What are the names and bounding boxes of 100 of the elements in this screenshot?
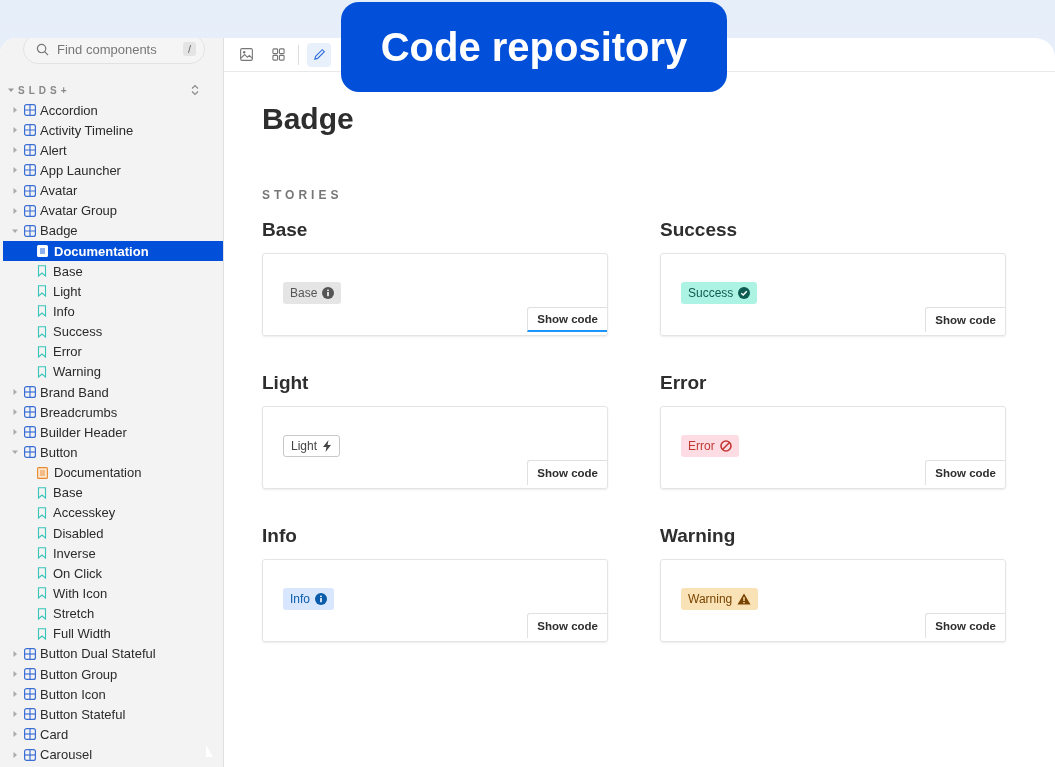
info-icon bbox=[315, 593, 327, 605]
search-icon bbox=[36, 42, 49, 56]
tree-item[interactable]: Carousel bbox=[40, 747, 93, 763]
story-title: Success bbox=[660, 219, 739, 241]
component-icon bbox=[24, 728, 36, 741]
tree-item[interactable]: App Launcher bbox=[40, 163, 121, 178]
overlay-label: Code repository bbox=[341, 2, 727, 92]
caret-icon[interactable] bbox=[12, 227, 18, 234]
caret-icon[interactable] bbox=[12, 429, 18, 436]
selected-tree-item[interactable]: Documentation bbox=[3, 241, 223, 262]
component-icon bbox=[24, 668, 36, 680]
caret-icon[interactable] bbox=[12, 691, 18, 698]
caret-icon[interactable] bbox=[12, 207, 18, 214]
tree-item[interactable]: Button bbox=[40, 444, 78, 460]
bookmark-icon bbox=[37, 607, 47, 620]
tree-item[interactable]: Base bbox=[53, 485, 83, 501]
caret-icon[interactable] bbox=[12, 751, 18, 758]
bookmark-icon bbox=[37, 345, 47, 358]
story-title: Base bbox=[262, 219, 309, 241]
badge: Light bbox=[283, 435, 341, 457]
caret-icon[interactable] bbox=[12, 449, 18, 456]
tree-item[interactable]: Activity Timeline bbox=[40, 122, 134, 138]
tree-item[interactable]: Disabled bbox=[53, 525, 104, 541]
tree-item[interactable]: Button Group bbox=[40, 666, 118, 682]
lightning-icon bbox=[322, 440, 333, 452]
bookmark-icon bbox=[37, 486, 47, 499]
show-code-button[interactable]: Show code bbox=[925, 307, 1005, 332]
show-code-button[interactable]: Show code bbox=[527, 613, 607, 638]
caret-icon[interactable] bbox=[12, 187, 18, 194]
caret-icon[interactable] bbox=[12, 731, 18, 738]
bookmark-icon bbox=[37, 506, 47, 519]
tree-item[interactable]: Brand Band bbox=[40, 384, 109, 400]
caret-icon[interactable] bbox=[12, 389, 18, 396]
bookmark-icon bbox=[37, 547, 47, 560]
check-icon bbox=[738, 287, 751, 299]
tree-item[interactable]: Inverse bbox=[53, 545, 96, 561]
tree-item[interactable]: Button Icon bbox=[40, 686, 106, 702]
tree-item[interactable]: Builder Header bbox=[40, 424, 127, 440]
show-code-button[interactable]: Show code bbox=[925, 460, 1005, 485]
bookmark-icon bbox=[37, 527, 47, 539]
caret-icon[interactable] bbox=[12, 711, 18, 718]
tree-item[interactable]: Warning bbox=[53, 364, 101, 380]
tree-item[interactable]: Alert bbox=[40, 142, 67, 158]
tree-root-label: SLDS+ bbox=[18, 84, 72, 96]
tree-item[interactable]: Card bbox=[40, 726, 69, 742]
story-title: Warning bbox=[660, 525, 737, 547]
tree-item[interactable]: Stretch bbox=[53, 606, 95, 622]
bookmark-icon bbox=[37, 587, 47, 600]
caret-icon[interactable] bbox=[12, 147, 18, 154]
tree-item[interactable]: Avatar bbox=[40, 183, 78, 199]
tree-item[interactable]: Success bbox=[53, 324, 103, 340]
caret-icon[interactable] bbox=[12, 650, 18, 657]
tree-item[interactable]: Button Stateful bbox=[40, 706, 126, 722]
show-code-button[interactable]: Show code bbox=[527, 460, 607, 485]
shortcut-key: / bbox=[182, 42, 196, 56]
bookmark-icon bbox=[37, 365, 47, 378]
tree-item[interactable]: Light bbox=[53, 283, 82, 299]
bookmark-icon bbox=[37, 285, 47, 298]
badge: Info bbox=[283, 588, 334, 610]
search-bar[interactable]: Find components / bbox=[23, 38, 205, 64]
show-code-button[interactable]: Show code bbox=[527, 307, 607, 332]
tree-item[interactable]: Documentation bbox=[54, 465, 142, 481]
tree-item[interactable]: Breadcrumbs bbox=[40, 404, 118, 420]
component-icon bbox=[24, 104, 36, 117]
section-label: STORIES bbox=[262, 188, 344, 202]
tree-item[interactable]: Error bbox=[53, 344, 82, 360]
bookmark-icon bbox=[37, 325, 47, 338]
tree-item[interactable]: Button Dual Stateful bbox=[40, 646, 156, 662]
show-code-button[interactable]: Show code bbox=[925, 613, 1005, 638]
tree-item[interactable]: Avatar Group bbox=[40, 203, 118, 219]
component-icon bbox=[24, 204, 36, 217]
tree-item[interactable]: Accesskey bbox=[53, 505, 116, 521]
story-title: Light bbox=[262, 372, 310, 394]
search-field[interactable]: Find components bbox=[55, 40, 177, 58]
tree-item[interactable]: Full Width bbox=[53, 626, 111, 642]
caret-icon[interactable] bbox=[12, 671, 18, 677]
caret-icon[interactable] bbox=[12, 409, 18, 416]
caret-icon[interactable] bbox=[12, 107, 18, 114]
bookmark-icon bbox=[37, 265, 47, 278]
badge: Success bbox=[681, 282, 758, 304]
component-icon bbox=[24, 708, 36, 721]
document-icon bbox=[37, 466, 48, 479]
caret-icon[interactable] bbox=[8, 87, 14, 93]
story-title: Error bbox=[660, 372, 708, 394]
caret-icon[interactable] bbox=[12, 127, 18, 134]
tree-item[interactable]: Badge bbox=[40, 223, 78, 239]
pencil-icon[interactable] bbox=[307, 42, 331, 67]
tree-item[interactable]: On Click bbox=[53, 565, 103, 581]
story-title: Info bbox=[262, 525, 298, 547]
tree-item[interactable]: Info bbox=[53, 303, 75, 319]
component-icon bbox=[24, 224, 36, 237]
tree-item[interactable]: With Icon bbox=[53, 585, 108, 601]
component-icon bbox=[24, 386, 36, 399]
component-icon bbox=[24, 426, 36, 439]
caret-icon[interactable] bbox=[12, 167, 18, 174]
document-icon bbox=[37, 245, 48, 258]
expand-collapse-icon[interactable] bbox=[191, 84, 199, 96]
tree-item[interactable]: Accordion bbox=[40, 102, 98, 118]
ban-icon bbox=[719, 440, 732, 452]
tree-item[interactable]: Base bbox=[53, 263, 83, 279]
